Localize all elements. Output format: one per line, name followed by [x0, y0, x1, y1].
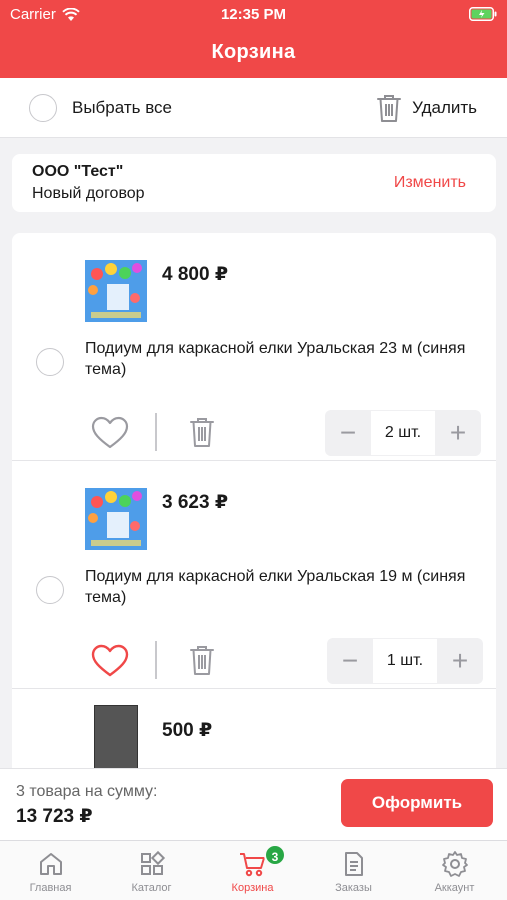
item-price: 3 623 ₽	[162, 492, 229, 513]
heart-icon[interactable]	[91, 416, 129, 450]
product-image[interactable]	[85, 488, 147, 550]
tab-label: Заказы	[335, 882, 372, 894]
home-icon	[39, 853, 62, 875]
cart-item: 4 800 ₽ Подиум для каркасной елки Уральс…	[12, 233, 496, 461]
divider	[155, 413, 157, 451]
select-all-checkbox[interactable]	[29, 94, 57, 122]
document-icon	[344, 852, 363, 876]
tab-home[interactable]: Главная	[0, 841, 101, 900]
gear-icon	[441, 851, 468, 877]
summary-label: 3 товара на сумму:	[16, 783, 158, 800]
tab-cart[interactable]: 3 Корзина	[202, 841, 303, 900]
checkout-bar: 3 товара на сумму: 13 723 ₽ Оформить	[0, 768, 507, 840]
cart-badge: 3	[264, 844, 286, 866]
divider	[155, 641, 157, 679]
contract-card: ООО "Тест" Новый договор Изменить	[12, 154, 496, 212]
product-image[interactable]	[85, 260, 147, 322]
select-bar: Выбрать все Удалить	[0, 78, 507, 138]
clock: 12:35 PM	[220, 6, 287, 23]
contract-name: Новый договор	[32, 185, 145, 202]
item-name[interactable]: Подиум для каркасной елки Уральская 19 м…	[85, 566, 475, 608]
item-price: 4 800 ₽	[162, 264, 229, 285]
change-contract-button[interactable]: Изменить	[394, 174, 466, 192]
tab-catalog[interactable]: Каталог	[101, 841, 202, 900]
cart-item: 3 623 ₽ Подиум для каркасной елки Уральс…	[12, 461, 496, 689]
heart-icon[interactable]	[91, 644, 129, 678]
tab-label: Корзина	[231, 882, 274, 894]
page-title: Корзина	[211, 41, 296, 63]
tab-label: Каталог	[131, 882, 172, 894]
quantity-value: 1 шт.	[373, 638, 437, 684]
quantity-value: 2 шт.	[371, 410, 435, 456]
total-amount: 13 723 ₽	[16, 806, 93, 827]
tab-label: Главная	[29, 882, 72, 894]
grid-icon	[140, 850, 165, 875]
status-bar: Carrier 12:35 PM	[0, 6, 507, 24]
battery-icon	[469, 7, 497, 21]
quantity-stepper: − 1 шт. +	[327, 638, 483, 684]
trash-icon	[377, 95, 402, 122]
increment-button[interactable]: +	[437, 638, 483, 684]
tab-account[interactable]: Аккаунт	[404, 841, 505, 900]
trash-icon[interactable]	[189, 644, 215, 676]
product-image[interactable]	[94, 705, 138, 768]
tab-orders[interactable]: Заказы	[303, 841, 404, 900]
item-price: 500 ₽	[162, 720, 213, 741]
select-all-label[interactable]: Выбрать все	[72, 98, 172, 118]
quantity-stepper: − 2 шт. +	[325, 410, 481, 456]
cart-icon	[239, 853, 265, 877]
cart-items-list: 4 800 ₽ Подиум для каркасной елки Уральс…	[12, 233, 496, 768]
checkout-button[interactable]: Оформить	[341, 779, 493, 827]
delete-label: Удалить	[412, 98, 477, 117]
item-name[interactable]: Подиум для каркасной елки Уральская 23 м…	[85, 338, 475, 380]
header: Carrier 12:35 PM Корзина	[0, 0, 507, 78]
trash-icon[interactable]	[189, 416, 215, 448]
company-name: ООО "Тест"	[32, 163, 124, 180]
tab-bar: Главная Каталог 3 Корзина Заказы Аккаунт	[0, 840, 507, 900]
item-select-checkbox[interactable]	[36, 348, 64, 376]
decrement-button[interactable]: −	[327, 638, 373, 684]
item-select-checkbox[interactable]	[36, 576, 64, 604]
tab-label: Аккаунт	[434, 882, 475, 894]
increment-button[interactable]: +	[435, 410, 481, 456]
delete-button[interactable]: Удалить	[376, 92, 477, 124]
cart-item: 500 ₽	[12, 689, 496, 768]
decrement-button[interactable]: −	[325, 410, 371, 456]
